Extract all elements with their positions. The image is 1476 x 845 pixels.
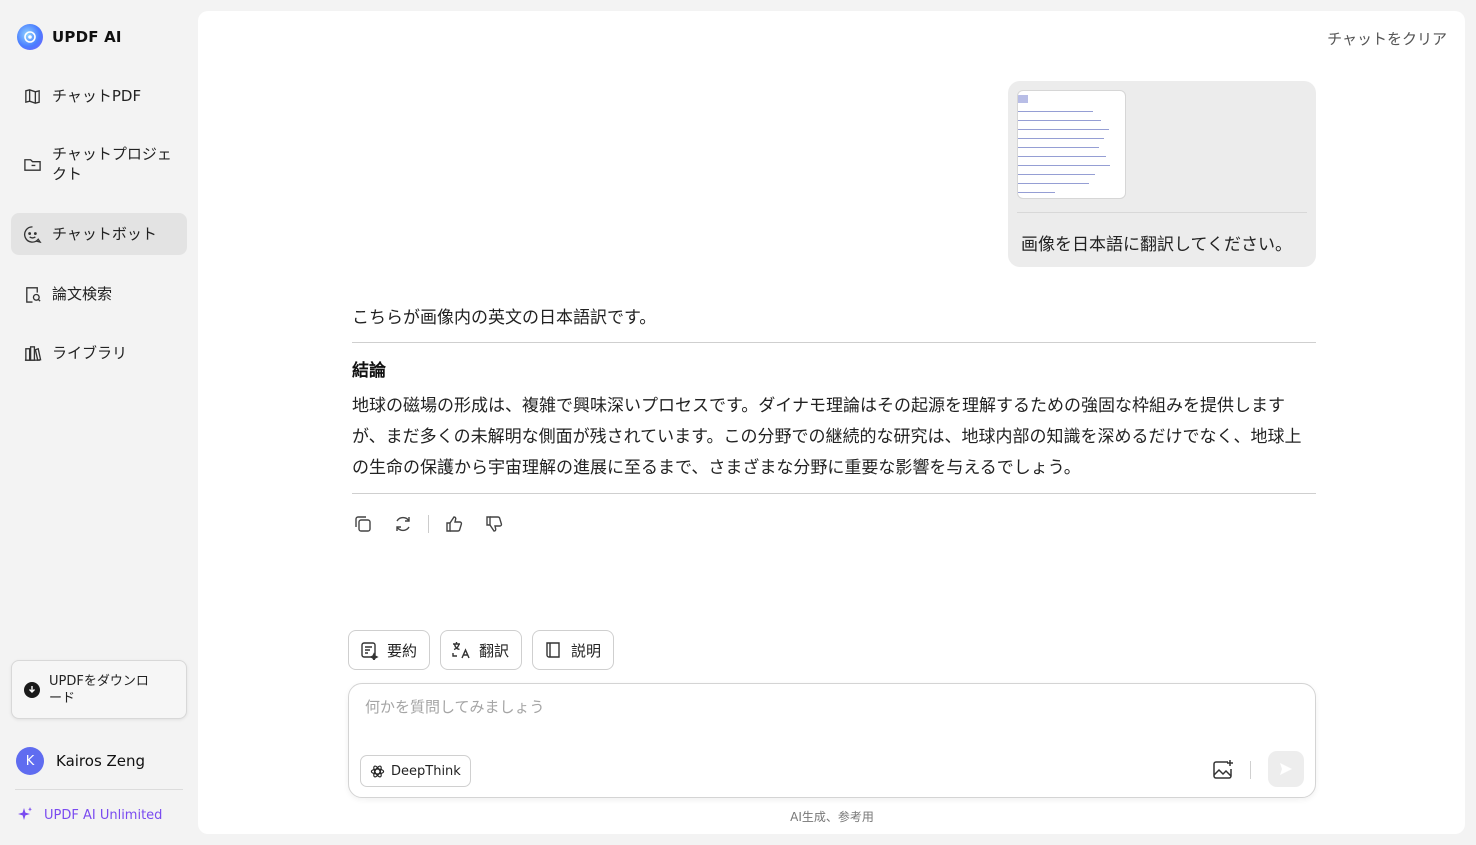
attached-image-thumbnail[interactable]: [1017, 90, 1126, 199]
sparkle-icon: [18, 807, 32, 820]
deepthink-toggle[interactable]: DeepThink: [360, 755, 471, 787]
summarize-icon: [361, 642, 379, 660]
assistant-intro: こちらが画像内の英文の日本語訳です。: [352, 308, 657, 328]
explain-button[interactable]: 説明: [532, 630, 615, 670]
plan-link[interactable]: UPDF AI Unlimited: [16, 806, 162, 824]
like-button[interactable]: [443, 513, 465, 535]
action-divider: [428, 515, 429, 533]
avatar: K: [16, 747, 44, 775]
sidebar-item-chat-project[interactable]: チャットプロジェクト: [11, 138, 187, 190]
paper-search-icon: [26, 286, 41, 303]
chatbot-icon: [24, 225, 42, 243]
chat-panel: チャットをクリア 画像を日本語に翻訳してください。 こちらが画像内の英文の日本語…: [198, 11, 1465, 834]
atom-icon: [370, 765, 385, 777]
copy-button[interactable]: [352, 513, 374, 535]
sidebar-item-chat-pdf[interactable]: チャットPDF: [11, 76, 187, 116]
divider: [15, 789, 183, 790]
deepthink-label: DeepThink: [391, 763, 461, 779]
download-icon: [24, 681, 40, 698]
translate-label: 翻訳: [479, 641, 510, 660]
ai-disclaimer: AI生成、参考用: [790, 810, 874, 824]
assistant-heading: 結論: [352, 361, 386, 381]
regenerate-button[interactable]: [392, 513, 414, 535]
download-label: UPDFをダウンロード: [49, 673, 149, 706]
user-message-text: 画像を日本語に翻訳してください。: [1021, 235, 1292, 255]
send-icon: [1280, 763, 1292, 775]
assistant-body: 地球の磁場の形成は、複雑で興味深いプロセスです。ダイナモ理論はその起源を理解する…: [352, 396, 1302, 478]
summarize-label: 要約: [387, 641, 418, 660]
brand[interactable]: UPDF AI: [17, 24, 122, 50]
translate-icon: [452, 642, 470, 659]
dislike-button[interactable]: [483, 513, 505, 535]
library-icon: [24, 345, 42, 361]
divider: [352, 493, 1316, 494]
folder-icon: [24, 158, 41, 171]
send-button[interactable]: [1268, 751, 1304, 787]
plan-label: UPDF AI Unlimited: [44, 807, 163, 823]
sidebar-item-label: チャットプロジェクト: [52, 145, 172, 183]
chat-input[interactable]: [365, 698, 1265, 716]
divider: [352, 342, 1316, 343]
user-profile[interactable]: K Kairos Zeng: [16, 747, 145, 775]
user-message: 画像を日本語に翻訳してください。: [1008, 81, 1316, 267]
thumbs-up-icon: [446, 516, 463, 532]
clear-chat-button[interactable]: チャットをクリア: [1327, 28, 1447, 49]
thumbs-down-icon: [486, 516, 503, 532]
sidebar-item-library[interactable]: ライブラリ: [11, 333, 187, 373]
sidebar-item-paper-search[interactable]: 論文検索: [11, 274, 187, 314]
sidebar-item-label: ライブラリ: [52, 344, 128, 362]
user-name: Kairos Zeng: [56, 752, 146, 770]
sidebar-item-label: 論文検索: [52, 285, 113, 303]
sidebar-item-label: チャットPDF: [52, 87, 142, 105]
sidebar: UPDF AI チャットPDF チャットプロジェクト チャットボット 論文検索 …: [0, 0, 198, 845]
download-updf-button[interactable]: UPDFをダウンロード: [11, 660, 187, 719]
brand-name: UPDF AI: [52, 28, 122, 46]
refresh-icon: [396, 516, 410, 532]
updf-logo-icon: [17, 24, 43, 50]
summarize-button[interactable]: 要約: [348, 630, 431, 670]
copy-icon: [355, 516, 371, 532]
explain-label: 説明: [571, 641, 602, 660]
input-divider: [1250, 761, 1251, 779]
sidebar-item-chatbot[interactable]: チャットボット: [11, 213, 187, 255]
message-actions: [352, 513, 523, 535]
chat-pdf-icon: [25, 88, 40, 104]
image-upload-icon[interactable]: [1211, 758, 1235, 782]
translate-button[interactable]: 翻訳: [440, 630, 523, 670]
chat-input-box: DeepThink: [348, 683, 1316, 798]
sidebar-item-label: チャットボット: [52, 225, 157, 243]
book-icon: [546, 642, 560, 658]
bubble-divider: [1017, 212, 1307, 213]
